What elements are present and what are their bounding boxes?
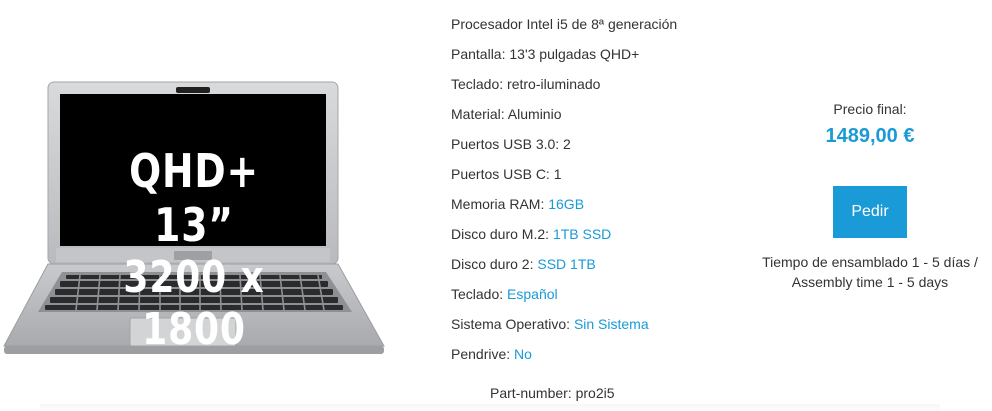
spec-item: Sistema Operativo: Sin Sistema — [451, 311, 771, 341]
spec-item: Procesador Intel i5 de 8ª generación — [451, 11, 771, 41]
spec-item: Material: Aluminio — [451, 101, 771, 131]
spec-item: Puertos USB 3.0: 2 — [451, 131, 771, 161]
spec-item: Pantalla: 13'3 pulgadas QHD+ — [451, 41, 771, 71]
spec-label: Puertos USB C: 1 — [451, 166, 562, 182]
spec-value-link[interactable]: Español — [507, 286, 558, 302]
spec-label: Procesador Intel i5 de 8ª generación — [451, 16, 678, 32]
screen-resolution-title: QHD+ 13” — [129, 144, 259, 252]
divider-shadow — [40, 404, 940, 411]
price-label: Precio final: — [833, 101, 907, 117]
spec-item: Disco duro 2: SSD 1TB — [451, 251, 771, 281]
spec-label: Pantalla: 13'3 pulgadas QHD+ — [451, 46, 640, 62]
spec-item: Memoria RAM: 16GB — [451, 191, 771, 221]
screen-caption: QHD+ 13” 3200 x 1800 — [86, 144, 302, 355]
price-value: 1489,00 € — [825, 125, 915, 147]
spec-item: Teclado: retro-iluminado — [451, 71, 771, 101]
spec-value-link[interactable]: 1TB SSD — [553, 226, 611, 242]
spec-value-link[interactable]: Sin Sistema — [574, 316, 649, 332]
spec-label: Material: Aluminio — [451, 106, 562, 122]
product-image: QHD+ 13” 3200 x 1800 — [0, 76, 392, 366]
spec-item: Teclado: Español — [451, 281, 771, 311]
assembly-time-note: Tiempo de ensamblado 1 - 5 días / Assemb… — [762, 254, 978, 290]
spec-label: Memoria RAM: — [451, 196, 549, 212]
spec-label: Teclado: retro-iluminado — [451, 76, 601, 92]
spec-label: Sistema Operativo: — [451, 316, 574, 332]
spec-item: Pendrive: No — [451, 341, 771, 371]
spec-label: Teclado: — [451, 286, 508, 302]
spec-item: Disco duro M.2: 1TB SSD — [451, 221, 771, 251]
spec-value-link[interactable]: No — [514, 346, 532, 362]
spec-label: Disco duro 2: — [451, 256, 538, 272]
spec-label: Puertos USB 3.0: 2 — [451, 136, 571, 152]
part-number: Part-number: pro2i5 — [490, 385, 615, 401]
spec-item: Puertos USB C: 1 — [451, 161, 771, 191]
spec-list: Procesador Intel i5 de 8ª generación Pant… — [451, 11, 771, 371]
order-button[interactable]: Pedir — [833, 186, 907, 238]
spec-label: Pendrive: — [451, 346, 515, 362]
spec-value-link[interactable]: SSD 1TB — [537, 256, 595, 272]
spec-value-link[interactable]: 16GB — [548, 196, 584, 212]
spec-label: Disco duro M.2: — [451, 226, 553, 242]
screen-resolution-value: 3200 x 1800 — [123, 252, 265, 355]
order-panel: Precio final: 1489,00 € Pedir Tiempo de … — [762, 100, 978, 292]
